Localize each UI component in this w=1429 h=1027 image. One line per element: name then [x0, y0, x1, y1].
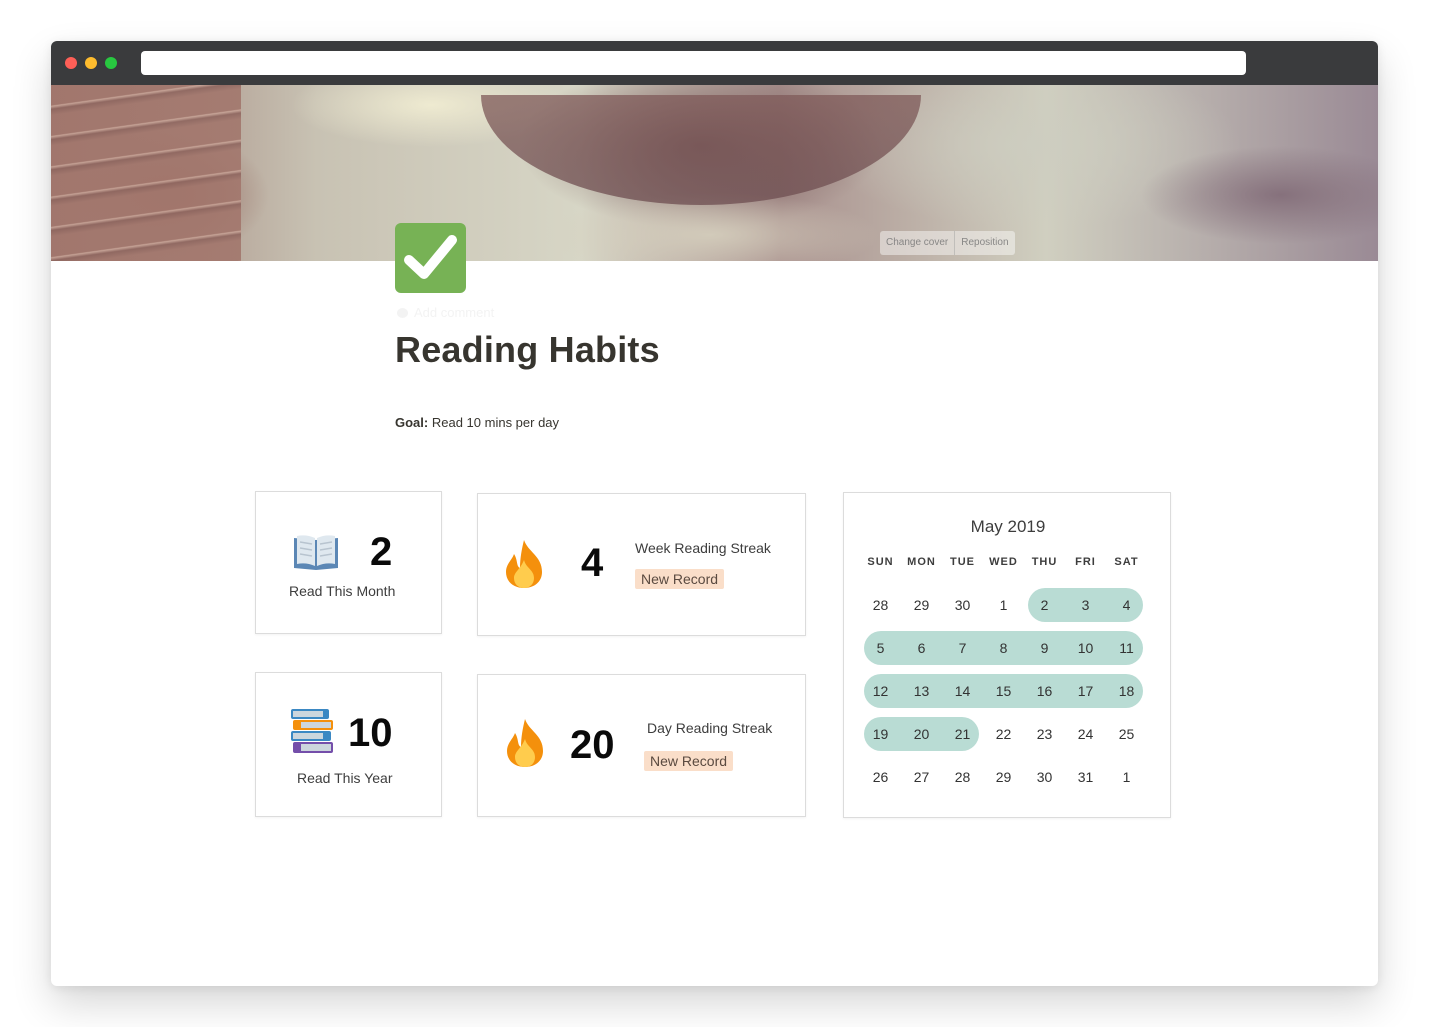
month-label: Read This Month	[289, 583, 396, 599]
change-cover-button[interactable]: Change cover	[880, 231, 954, 255]
calendar-day[interactable]: 24	[1065, 717, 1106, 751]
calendar-day[interactable]: 21	[942, 717, 983, 751]
address-bar[interactable]	[141, 51, 1246, 75]
calendar-day[interactable]: 22	[983, 717, 1024, 751]
calendar-day[interactable]: 4	[1106, 588, 1147, 622]
calendar-day[interactable]: 28	[942, 760, 983, 794]
browser-window: Change cover Reposition Add comment Read…	[51, 41, 1378, 986]
calendar-day[interactable]: 12	[860, 674, 901, 708]
day-new-record-badge: New Record	[644, 751, 734, 771]
calendar-day[interactable]: 29	[901, 588, 942, 622]
calendar-day[interactable]: 10	[1065, 631, 1106, 665]
add-comment-label: Add comment	[414, 305, 495, 320]
weekday-header: WED	[989, 556, 1018, 568]
minimize-window-button[interactable]	[85, 57, 97, 69]
calendar-day[interactable]: 8	[983, 631, 1024, 665]
maximize-window-button[interactable]	[105, 57, 117, 69]
weekday-header: TUE	[950, 556, 975, 568]
calendar-month-title: May 2019	[970, 517, 1046, 536]
books-icon	[291, 709, 333, 753]
comment-icon	[397, 308, 408, 318]
reposition-button[interactable]: Reposition	[954, 231, 1014, 255]
calendar-day[interactable]: 6	[901, 631, 942, 665]
week-streak-title: Week Reading Streak	[635, 540, 771, 556]
day-streak-count: 20	[570, 723, 615, 767]
goal-label: Goal:	[395, 415, 429, 430]
weekday-header: SUN	[867, 556, 894, 568]
month-count: 2	[370, 530, 393, 574]
calendar-day[interactable]: 30	[942, 588, 983, 622]
calendar-day[interactable]: 18	[1106, 674, 1147, 708]
weekday-header: SAT	[1114, 556, 1139, 568]
calendar-day[interactable]: 31	[1065, 760, 1106, 794]
goal-value: Read 10 mins per day	[431, 415, 560, 430]
calendar-day[interactable]: 28	[860, 588, 901, 622]
read-this-month-card[interactable]: 2 Read This Month	[255, 491, 442, 634]
open-book-icon	[294, 535, 338, 570]
week-streak-card[interactable]: 4 Week Reading Streak New Record	[477, 493, 806, 636]
calendar-day[interactable]: 5	[860, 631, 901, 665]
weekday-header: FRI	[1075, 556, 1096, 568]
calendar-day[interactable]: 26	[860, 760, 901, 794]
day-streak-card[interactable]: 20 Day Reading Streak New Record	[477, 674, 806, 817]
calendar-day[interactable]: 25	[1106, 717, 1147, 751]
calendar-day[interactable]: 15	[983, 674, 1024, 708]
read-this-year-card[interactable]: 10 Read This Year	[255, 672, 442, 817]
calendar-card: May 2019 SUN MON TUE WED THU FRI SAT 28 …	[843, 492, 1171, 818]
week-streak-count: 4	[581, 541, 604, 585]
calendar-day[interactable]: 2	[1024, 588, 1065, 622]
calendar-day[interactable]: 27	[901, 760, 942, 794]
year-label: Read This Year	[297, 770, 393, 786]
goal-text[interactable]: Goal: Read 10 mins per day	[395, 415, 559, 430]
calendar-day[interactable]: 19	[860, 717, 901, 751]
check-mark-icon[interactable]	[395, 223, 466, 293]
week-new-record-badge: New Record	[635, 569, 725, 589]
cover-controls: Change cover Reposition	[880, 231, 1015, 255]
cover-cup-decoration	[481, 95, 921, 205]
weekday-header: MON	[907, 556, 936, 568]
calendar-day[interactable]: 29	[983, 760, 1024, 794]
calendar-day[interactable]: 16	[1024, 674, 1065, 708]
page-cover-image: Change cover Reposition	[51, 85, 1378, 261]
calendar-day[interactable]: 3	[1065, 588, 1106, 622]
page-title[interactable]: Reading Habits	[395, 329, 660, 371]
calendar-day[interactable]: 20	[901, 717, 942, 751]
calendar-day[interactable]: 13	[901, 674, 942, 708]
calendar-day[interactable]: 11	[1106, 631, 1147, 665]
calendar-day[interactable]: 14	[942, 674, 983, 708]
year-count: 10	[348, 711, 393, 755]
calendar-day[interactable]: 23	[1024, 717, 1065, 751]
day-streak-title: Day Reading Streak	[647, 720, 773, 736]
calendar-day[interactable]: 30	[1024, 760, 1065, 794]
browser-titlebar	[51, 41, 1378, 85]
calendar-day[interactable]: 9	[1024, 631, 1065, 665]
close-window-button[interactable]	[65, 57, 77, 69]
cover-books-decoration	[51, 85, 241, 261]
calendar-day[interactable]: 1	[983, 588, 1024, 622]
calendar-day[interactable]: 17	[1065, 674, 1106, 708]
calendar-day[interactable]: 1	[1106, 760, 1147, 794]
calendar-day[interactable]: 7	[942, 631, 983, 665]
add-comment-button[interactable]: Add comment	[397, 305, 494, 320]
fire-icon	[507, 719, 543, 767]
fire-icon	[506, 540, 542, 588]
weekday-header: THU	[1031, 556, 1058, 568]
